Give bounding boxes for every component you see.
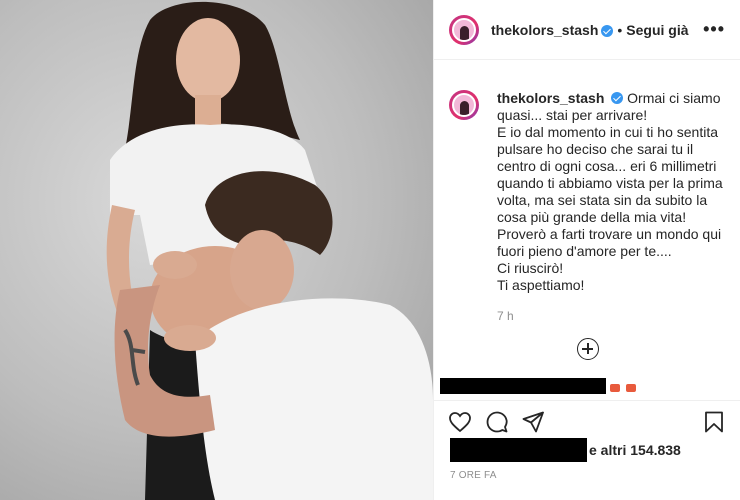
- more-options-icon[interactable]: •••: [703, 20, 725, 38]
- likes-summary: e altri 154.838: [450, 438, 681, 462]
- couple-photo-illustration: [106, 1, 433, 500]
- post-details-panel: thekolors_stash • Segui già ••• thekolor…: [433, 0, 740, 500]
- emoji-icon: [610, 384, 620, 392]
- verified-badge-icon: [601, 24, 614, 37]
- caption-line: cosa più grande della mia vita!: [497, 209, 687, 225]
- bookmark-icon[interactable]: [704, 411, 724, 433]
- redacted-liker-names: [450, 438, 587, 462]
- post-header: thekolors_stash • Segui già •••: [434, 0, 740, 60]
- likes-count[interactable]: e altri 154.838: [589, 442, 681, 458]
- caption-line: quasi... stai per arrivare!: [497, 107, 648, 123]
- caption-line: fuori pieno d'amore per te....: [497, 243, 672, 259]
- redacted-comment: [440, 378, 606, 394]
- post-photo[interactable]: [0, 0, 433, 500]
- caption-line: quando ti abbiamo vista per la prima: [497, 175, 723, 191]
- caption-line: Ti aspettiamo!: [497, 277, 585, 293]
- emoji-icon: [626, 384, 636, 392]
- user-avatar[interactable]: [449, 14, 479, 45]
- heart-icon[interactable]: [448, 411, 472, 433]
- caption-line: volta, ma sei stata sin da subito la: [497, 192, 708, 208]
- header-username[interactable]: thekolors_stash: [491, 22, 598, 38]
- caption-line: centro di ogni cosa... eri 6 millimetri: [497, 158, 717, 174]
- post-timestamp[interactable]: 7 ORE FA: [450, 470, 497, 481]
- caption-line: E io dal momento in cui ti ho sentita: [497, 124, 719, 140]
- caption-line: pulsare ho deciso che sarai tu il: [497, 141, 694, 157]
- verified-badge-icon: [611, 92, 624, 104]
- comment-icon[interactable]: [486, 411, 508, 433]
- caption-line: Ci riuscirò!: [497, 260, 564, 276]
- post-caption: thekolors_stash Ormai ci siamo quasi... …: [449, 90, 729, 325]
- caption-line: Proverò a farti trovare un mondo qui: [497, 226, 722, 242]
- caption-line: Ormai ci siamo: [627, 90, 721, 106]
- caption-avatar[interactable]: [449, 90, 479, 120]
- following-button[interactable]: Segui già: [626, 22, 688, 38]
- share-icon[interactable]: [522, 411, 544, 433]
- caption-text: thekolors_stash Ormai ci siamo quasi... …: [497, 90, 729, 325]
- caption-username[interactable]: thekolors_stash: [497, 90, 604, 106]
- action-bar: [434, 400, 740, 440]
- caption-first-line: thekolors_stash Ormai ci siamo: [497, 90, 729, 107]
- header-separator: •: [617, 21, 623, 38]
- plus-circle-icon[interactable]: [577, 338, 599, 360]
- caption-time[interactable]: 7 h: [497, 308, 729, 325]
